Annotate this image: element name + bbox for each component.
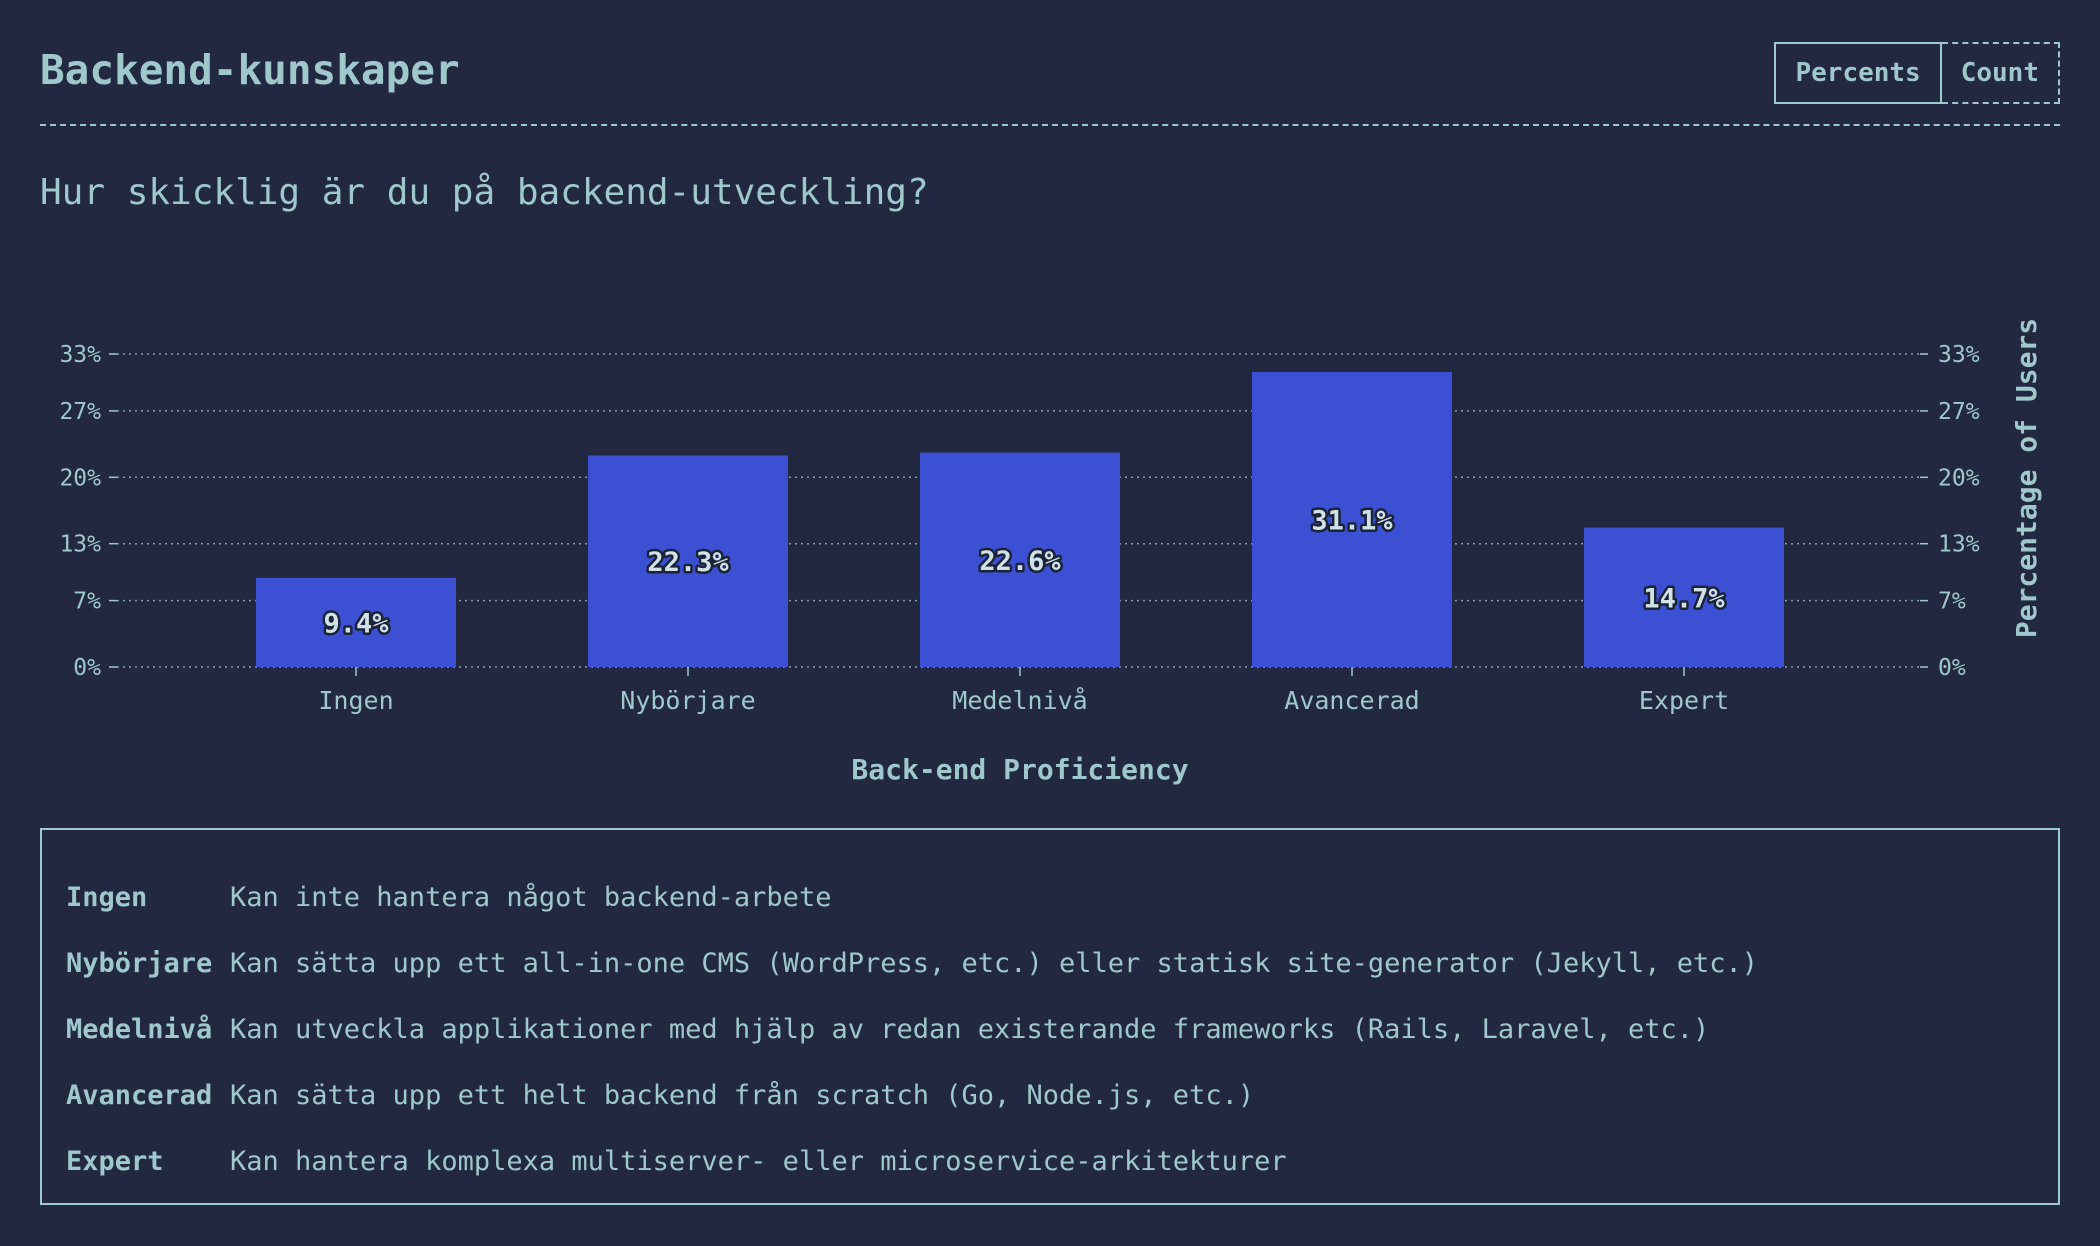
y-tick-label: 27% [59,399,101,425]
y-tick-label: 0% [73,655,101,681]
legend-row: Expert Kan hantera komplexa multiserver-… [66,1128,2058,1194]
bar-value-label: 9.4% [323,608,389,639]
y-tick-label-right: 27% [1938,399,1980,425]
y-tick-label-right: 20% [1938,465,1980,491]
legend-description: Kan hantera komplexa multiserver- eller … [230,1145,1287,1177]
legend-term: Expert [66,1145,164,1177]
legend-row: Avancerad Kan sätta upp ett helt backend… [66,1062,2058,1128]
legend-row: Ingen Kan inte hantera något backend-arb… [66,864,2058,930]
y-tick-label-right: 0% [1938,655,1966,681]
header: Backend-kunskaper Percents Count [40,40,2060,126]
y-tick-label: 33% [59,342,101,368]
legend-row: Nybörjare Kan sätta upp ett all-in-one C… [66,930,2058,996]
bar-chart: 0% 0% 7% 7% 13% 13% 20% 20% 27% 27% 33% 33% Ingen Nyb… [59,318,2043,786]
y-tick-label-right: 33% [1938,342,1980,368]
x-tick-label: Expert [1639,686,1729,715]
legend-description: Kan sätta upp ett all-in-one CMS (WordPr… [230,947,1759,979]
view-toggle: Percents Count [1774,42,2060,104]
count-toggle-button[interactable]: Count [1941,42,2060,104]
x-tick-label: Nybörjare [620,686,755,715]
y-tick-label: 13% [59,532,101,558]
bar-value-label: 31.1% [1311,506,1393,537]
bar-value-label: 22.6% [979,546,1061,577]
legend-row: Medelnivå Kan utveckla applikationer med… [66,996,2058,1062]
legend-term: Ingen [66,881,148,913]
y-tick-label-right: 13% [1938,532,1980,558]
y-tick-label: 7% [73,589,101,615]
survey-question: Hur skicklig är du på backend-utveckling… [40,172,929,213]
bar-value-label: 14.7% [1643,583,1725,614]
x-tick-label: Medelnivå [952,686,1087,715]
bars [256,372,1784,667]
y-axis-title: Percentage of Users [2010,318,2043,638]
legend-description: Kan inte hantera något backend-arbete [230,881,832,913]
proficiency-legend: Ingen Kan inte hantera något backend-arb… [40,828,2060,1205]
bar-value-label: 22.3% [647,547,729,578]
x-axis-title: Back-end Proficiency [851,753,1188,786]
x-tick-label: Avancerad [1284,686,1419,715]
percents-toggle-button[interactable]: Percents [1774,42,1942,104]
y-tick-label-right: 7% [1938,589,1966,615]
chart-title: Backend-kunskaper [40,46,460,94]
legend-term: Nybörjare [66,947,213,979]
legend-description: Kan utveckla applikationer med hjälp av … [230,1013,1710,1045]
legend-term: Medelnivå [66,1013,213,1045]
legend-description: Kan sätta upp ett helt backend från scra… [230,1079,1255,1111]
y-tick-label: 20% [59,465,101,491]
x-tick-label: Ingen [318,686,393,715]
legend-term: Avancerad [66,1079,213,1111]
